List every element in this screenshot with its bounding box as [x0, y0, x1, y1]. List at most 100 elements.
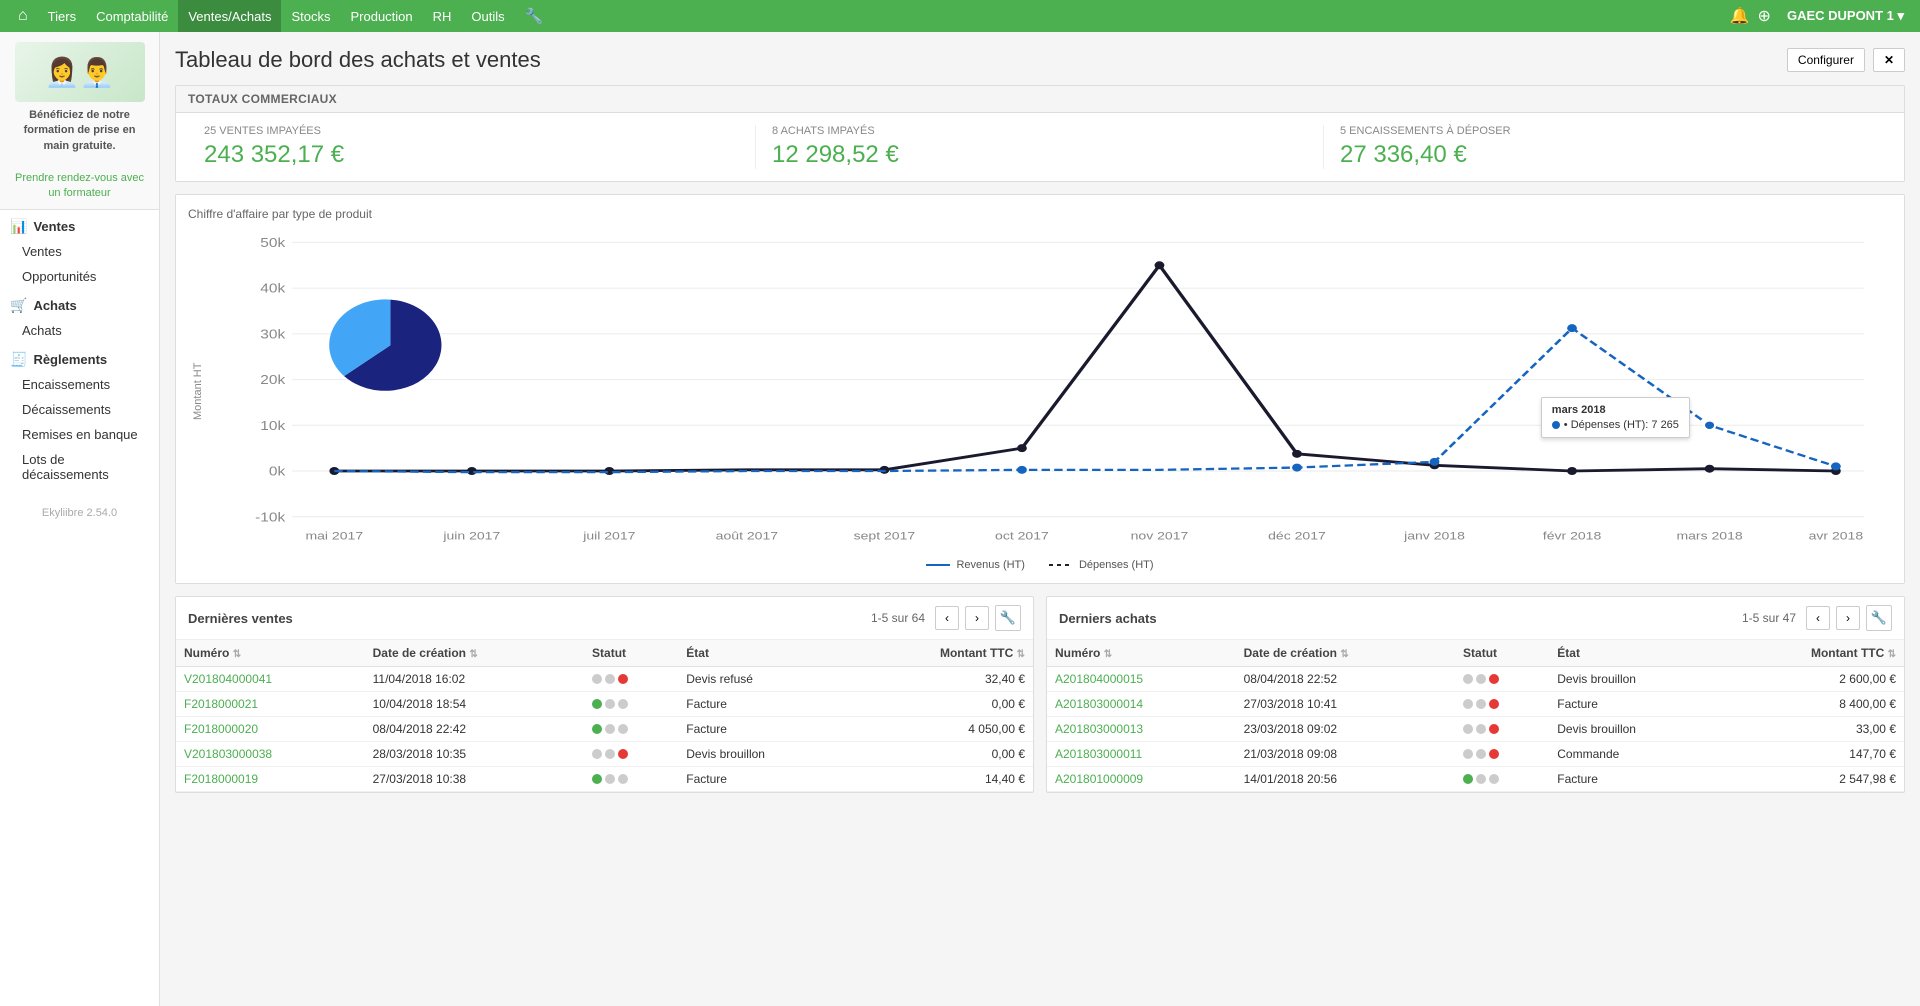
sidebar-item-opportunites[interactable]: Opportunités — [0, 264, 159, 289]
cell-statut — [1455, 742, 1549, 767]
numero-link[interactable]: A201803000013 — [1055, 722, 1143, 736]
svg-text:40k: 40k — [260, 281, 286, 295]
sidebar-item-remises[interactable]: Remises en banque — [0, 422, 159, 447]
chart-section: Chiffre d'affaire par type de produit Mo… — [175, 194, 1905, 584]
nav-production[interactable]: Production — [340, 0, 422, 32]
ventes-col-montant[interactable]: Montant TTC ⇅ — [850, 640, 1033, 667]
achats-table-title: Derniers achats — [1059, 611, 1157, 626]
totaux-section: Totaux commerciaux 25 VENTES IMPAYÉES 24… — [175, 85, 1905, 182]
nav-rh[interactable]: RH — [423, 0, 462, 32]
achats-next-button[interactable]: › — [1836, 606, 1860, 630]
cell-montant: 2 547,98 € — [1721, 767, 1904, 792]
cell-numero[interactable]: F2018000020 — [176, 717, 365, 742]
nav-comptabilite[interactable]: Comptabilité — [86, 0, 178, 32]
svg-text:30k: 30k — [260, 327, 286, 341]
cell-numero[interactable]: F2018000021 — [176, 692, 365, 717]
cell-statut — [1455, 667, 1549, 692]
sidebar-item-achats[interactable]: Achats — [0, 318, 159, 343]
ventes-col-date[interactable]: Date de création ⇅ — [365, 640, 584, 667]
achats-settings-button[interactable]: 🔧 — [1866, 605, 1892, 631]
totaux-achats[interactable]: 8 ACHATS IMPAYÉS 12 298,52 € — [756, 125, 1324, 169]
svg-text:juil 2017: juil 2017 — [582, 529, 635, 542]
achats-prev-button[interactable]: ‹ — [1806, 606, 1830, 630]
user-circle-icon[interactable]: ⊕ — [1758, 6, 1771, 26]
numero-link[interactable]: A201801000009 — [1055, 772, 1143, 786]
status-dot — [592, 699, 602, 709]
numero-link[interactable]: A201803000011 — [1055, 747, 1142, 761]
nav-wrench[interactable]: 🔧 — [515, 0, 554, 32]
svg-text:0k: 0k — [269, 464, 286, 478]
cell-montant: 2 600,00 € — [1721, 667, 1904, 692]
cell-montant: 147,70 € — [1721, 742, 1904, 767]
cell-numero[interactable]: A201803000014 — [1047, 692, 1236, 717]
svg-text:mars 2018: mars 2018 — [1676, 529, 1742, 542]
cell-date: 27/03/2018 10:41 — [1236, 692, 1455, 717]
cell-numero[interactable]: V201804000041 — [176, 667, 365, 692]
table-row: A201803000013 23/03/2018 09:02 Devis bro… — [1047, 717, 1904, 742]
status-dot — [1489, 699, 1499, 709]
numero-link[interactable]: A201804000015 — [1055, 672, 1143, 686]
achats-col-numero[interactable]: Numéro ⇅ — [1047, 640, 1236, 667]
sidebar-section-reglements-label: Règlements — [33, 352, 107, 367]
sidebar-item-encaissements[interactable]: Encaissements — [0, 372, 159, 397]
cell-numero[interactable]: F2018000019 — [176, 767, 365, 792]
ventes-next-button[interactable]: › — [965, 606, 989, 630]
cell-numero[interactable]: A201803000013 — [1047, 717, 1236, 742]
cell-date: 10/04/2018 18:54 — [365, 692, 584, 717]
nav-tiers[interactable]: Tiers — [38, 0, 86, 32]
cell-numero[interactable]: A201801000009 — [1047, 767, 1236, 792]
nav-stocks[interactable]: Stocks — [281, 0, 340, 32]
legend-revenus-line — [926, 564, 950, 566]
home-nav-item[interactable]: ⌂ — [8, 0, 38, 32]
numero-link[interactable]: F2018000019 — [184, 772, 258, 786]
totaux-encaissements[interactable]: 5 ENCAISSEMENTS À DÉPOSER 27 336,40 € — [1324, 125, 1892, 169]
numero-link[interactable]: V201803000038 — [184, 747, 272, 761]
ventes-settings-button[interactable]: 🔧 — [995, 605, 1021, 631]
promo-link[interactable]: Prendre rendez-vous avec un formateur — [15, 172, 144, 199]
achats-col-montant[interactable]: Montant TTC ⇅ — [1721, 640, 1904, 667]
cell-etat: Devis brouillon — [678, 742, 850, 767]
cell-numero[interactable]: A201803000011 — [1047, 742, 1236, 767]
user-label[interactable]: GAEC DUPONT 1 ▾ — [1779, 8, 1912, 24]
achats-col-etat: État — [1549, 640, 1721, 667]
sidebar-item-ventes[interactable]: Ventes — [0, 239, 159, 264]
sidebar: 👩‍💼👨‍💼 Bénéficiez de notre formation de … — [0, 32, 160, 1006]
ventes-table: Numéro ⇅ Date de création ⇅ Statut État … — [176, 640, 1033, 792]
svg-text:mai 2017: mai 2017 — [305, 529, 363, 542]
totaux-ventes-label: 25 VENTES IMPAYÉES — [204, 125, 739, 137]
cell-numero[interactable]: V201803000038 — [176, 742, 365, 767]
table-row: F2018000019 27/03/2018 10:38 Facture 14,… — [176, 767, 1033, 792]
cell-date: 27/03/2018 10:38 — [365, 767, 584, 792]
sidebar-item-decaissements[interactable]: Décaissements — [0, 397, 159, 422]
notification-bell-icon[interactable]: 🔔 — [1730, 6, 1750, 26]
sidebar-section-ventes-label: Ventes — [33, 219, 75, 234]
table-row: V201803000038 28/03/2018 10:35 Devis bro… — [176, 742, 1033, 767]
status-dot — [605, 749, 615, 759]
status-dot — [1476, 774, 1486, 784]
nav-outils[interactable]: Outils — [461, 0, 514, 32]
ventes-col-numero[interactable]: Numéro ⇅ — [176, 640, 365, 667]
cell-montant: 0,00 € — [850, 692, 1033, 717]
status-dot — [1463, 699, 1473, 709]
chart-legend: Revenus (HT) Dépenses (HT) — [188, 559, 1892, 571]
achats-col-date[interactable]: Date de création ⇅ — [1236, 640, 1455, 667]
status-dot — [618, 774, 628, 784]
numero-link[interactable]: F2018000020 — [184, 722, 258, 736]
cell-date: 23/03/2018 09:02 — [1236, 717, 1455, 742]
numero-link[interactable]: F2018000021 — [184, 697, 258, 711]
sidebar-item-lots[interactable]: Lots de décaissements — [0, 447, 159, 487]
achats-col-statut: Statut — [1455, 640, 1549, 667]
status-dot — [1463, 749, 1473, 759]
numero-link[interactable]: V201804000041 — [184, 672, 272, 686]
ventes-prev-button[interactable]: ‹ — [935, 606, 959, 630]
numero-link[interactable]: A201803000014 — [1055, 697, 1143, 711]
close-button[interactable]: ✕ — [1873, 48, 1905, 72]
status-dot — [1476, 724, 1486, 734]
nav-ventes-achats[interactable]: Ventes/Achats — [178, 0, 281, 32]
cell-numero[interactable]: A201804000015 — [1047, 667, 1236, 692]
table-row: F2018000020 08/04/2018 22:42 Facture 4 0… — [176, 717, 1033, 742]
ventes-col-etat: État — [678, 640, 850, 667]
configure-button[interactable]: Configurer — [1787, 48, 1865, 72]
cell-etat: Facture — [1549, 692, 1721, 717]
totaux-ventes[interactable]: 25 VENTES IMPAYÉES 243 352,17 € — [188, 125, 756, 169]
